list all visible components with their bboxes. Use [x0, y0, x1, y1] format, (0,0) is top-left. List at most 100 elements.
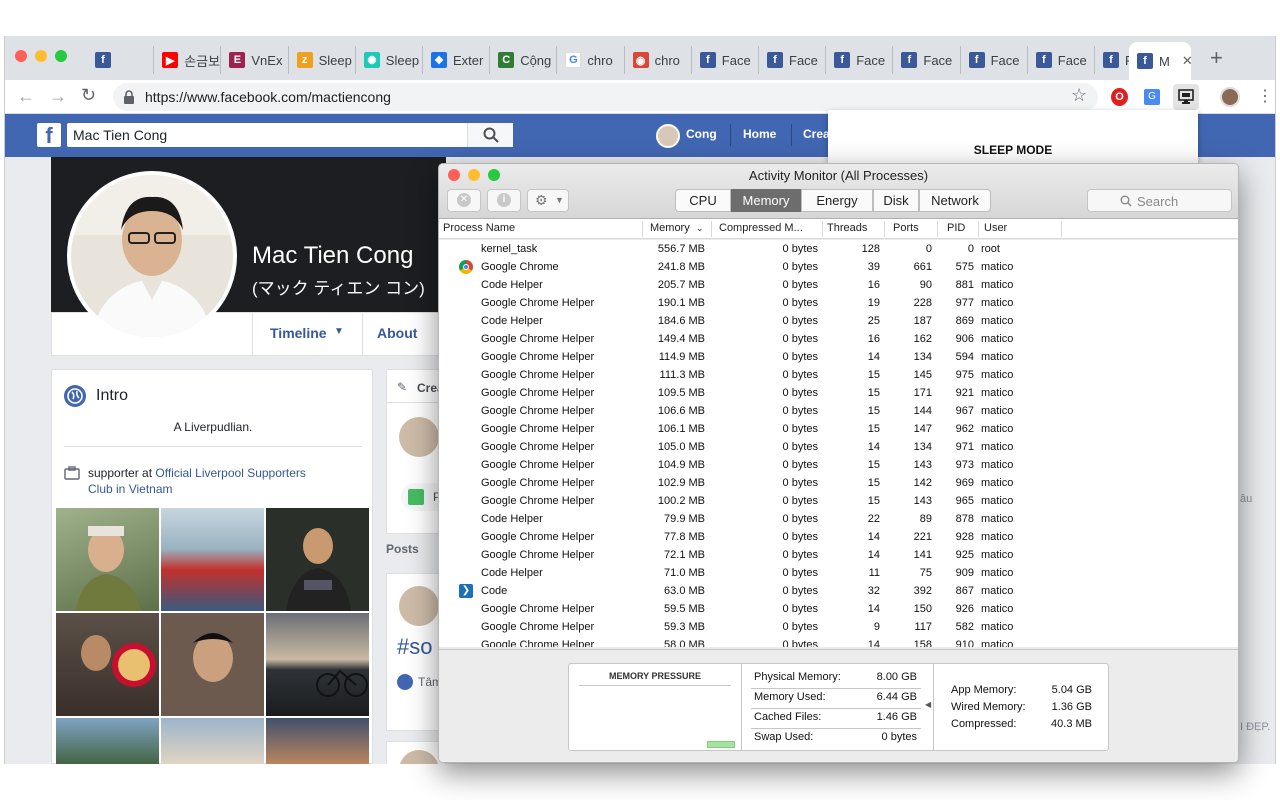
process-row[interactable]: kernel_task 556.7 MB 0 bytes 128 0 0 root [439, 240, 1238, 258]
tab-about[interactable]: About [377, 325, 417, 341]
browser-tab[interactable]: f Face [961, 46, 1028, 74]
photo-thumbnail[interactable] [161, 718, 264, 764]
browser-tab[interactable]: f Face [1028, 46, 1095, 74]
process-row[interactable]: Google Chrome Helper 190.1 MB 0 bytes 19 228… [439, 294, 1238, 312]
nav-create-link[interactable]: Crea [803, 127, 830, 141]
browser-tab[interactable]: ❖ Exter [423, 46, 491, 74]
process-row[interactable]: Google Chrome Helper 109.5 MB 0 bytes 15 171… [439, 384, 1238, 402]
process-row[interactable]: ❯ Code 63.0 MB 0 bytes 32 392 867 matico [439, 582, 1238, 600]
column-user[interactable]: User [984, 222, 1007, 234]
nav-home-link[interactable]: Home [743, 127, 776, 141]
process-row[interactable]: Google Chrome Helper 59.3 MB 0 bytes 9 117 58… [439, 618, 1238, 636]
browser-tab[interactable]: f Face [826, 46, 894, 74]
process-row[interactable]: Google Chrome Helper 77.8 MB 0 bytes 14 221 9… [439, 528, 1238, 546]
process-row[interactable]: Google Chrome Helper 59.5 MB 0 bytes 14 150 9… [439, 600, 1238, 618]
process-row[interactable]: Google Chrome Helper 111.3 MB 0 bytes 15 145… [439, 366, 1238, 384]
photo-thumbnail[interactable] [266, 508, 369, 611]
search-button[interactable] [467, 123, 513, 147]
post-hashtag[interactable]: #so [397, 634, 432, 660]
process-row[interactable]: Google Chrome Helper 102.9 MB 0 bytes 15 142… [439, 474, 1238, 492]
profile-avatar[interactable] [1220, 87, 1240, 107]
close-tab-icon[interactable]: ✕ [1182, 53, 1191, 69]
photo-thumbnail[interactable] [56, 718, 159, 764]
inspect-button[interactable]: i [487, 189, 521, 212]
address-bar[interactable]: https://www.facebook.com/mactiencong ☆ [113, 83, 1098, 111]
reload-icon[interactable]: ↻ [81, 85, 96, 106]
process-row[interactable]: Code Helper 205.7 MB 0 bytes 16 90 881 matico [439, 276, 1238, 294]
process-row[interactable]: Google Chrome Helper 58.0 MB 0 bytes 14 158 9… [439, 636, 1238, 647]
close-window-button[interactable] [15, 50, 27, 62]
browser-tab[interactable]: ✺ Sleep [356, 46, 423, 74]
forward-icon[interactable]: → [49, 86, 67, 107]
process-row[interactable]: Google Chrome Helper 106.6 MB 0 bytes 15 144… [439, 402, 1238, 420]
photo-thumbnail[interactable] [56, 613, 159, 716]
opera-extension-icon[interactable]: O [1111, 88, 1128, 106]
column-threads[interactable]: Threads [827, 222, 867, 234]
browser-tab[interactable]: f Face [759, 46, 827, 74]
tab-energy[interactable]: Energy [801, 189, 873, 212]
process-row[interactable]: Google Chrome Helper 106.1 MB 0 bytes 15 147… [439, 420, 1238, 438]
stop-process-button[interactable]: ✕ [447, 189, 481, 212]
process-list[interactable]: kernel_task 556.7 MB 0 bytes 128 0 0 root Googl… [439, 240, 1238, 647]
column-ports[interactable]: Ports [893, 222, 919, 234]
back-icon[interactable]: ← [17, 86, 35, 107]
process-row[interactable]: Google Chrome 241.8 MB 0 bytes 39 661 575 mati… [439, 258, 1238, 276]
tab-active[interactable]: fM ✕ [1129, 42, 1191, 80]
tab-cpu[interactable]: CPU [675, 189, 731, 212]
process-row[interactable]: Google Chrome Helper 100.2 MB 0 bytes 15 143… [439, 492, 1238, 510]
browser-tab[interactable]: f Face [893, 46, 961, 74]
column-process-name[interactable]: Process Name [443, 222, 515, 234]
process-row[interactable]: Code Helper 184.6 MB 0 bytes 25 187 869 matico [439, 312, 1238, 330]
tab-memory[interactable]: Memory [731, 189, 801, 212]
supporter-link[interactable]: Official Liverpool Supporters [155, 466, 306, 480]
process-ports: 134 [913, 441, 932, 453]
post-author-avatar[interactable] [399, 586, 439, 626]
process-row[interactable]: Code Helper 79.9 MB 0 bytes 22 89 878 matico [439, 510, 1238, 528]
process-pid: 909 [955, 567, 974, 579]
user-avatar[interactable] [656, 124, 680, 148]
photo-thumbnail[interactable] [161, 508, 264, 611]
search-field[interactable]: Search [1087, 189, 1232, 212]
profile-picture[interactable] [67, 171, 237, 341]
browser-tab[interactable]: Gchro [557, 46, 625, 74]
process-row[interactable]: Google Chrome Helper 114.9 MB 0 bytes 14 134… [439, 348, 1238, 366]
nav-user-link[interactable]: Cong [686, 127, 717, 141]
browser-tab[interactable]: E VnEx [221, 46, 289, 74]
profile-name[interactable]: Mac Tien Cong [252, 242, 413, 270]
photo-thumbnail[interactable] [161, 613, 264, 716]
bookmark-star-icon[interactable]: ☆ [1071, 85, 1087, 106]
browser-tab[interactable]: z Sleep [289, 46, 356, 74]
process-row[interactable]: Google Chrome Helper 105.0 MB 0 bytes 14 134… [439, 438, 1238, 456]
process-row[interactable]: Google Chrome Helper 104.9 MB 0 bytes 15 143… [439, 456, 1238, 474]
process-row[interactable]: Google Chrome Helper 72.1 MB 0 bytes 14 141 9… [439, 546, 1238, 564]
tab-disk[interactable]: Disk [873, 189, 919, 212]
browser-tab[interactable]: ▶ 손금보 [154, 46, 222, 74]
process-row[interactable]: Google Chrome Helper 149.4 MB 0 bytes 16 162… [439, 330, 1238, 348]
translate-extension-icon[interactable]: G [1144, 89, 1160, 105]
zoom-window-button[interactable] [55, 50, 67, 62]
photo-thumbnail[interactable] [56, 508, 159, 611]
minimize-window-button[interactable] [35, 50, 47, 62]
column-compressed-memory[interactable]: Compressed M... [719, 222, 803, 234]
chevron-down-icon[interactable]: ▼ [334, 326, 344, 337]
tab-timeline[interactable]: Timeline [270, 325, 327, 341]
menu-kebab-icon[interactable]: ⋮ [1257, 86, 1273, 106]
photo-thumbnail[interactable] [266, 613, 369, 716]
tab-network[interactable]: Network [919, 189, 991, 212]
sleep-extension-button[interactable] [1173, 84, 1199, 110]
browser-tab[interactable]: f [87, 46, 155, 74]
browser-tab[interactable]: C Cộng [490, 46, 558, 74]
column-memory[interactable]: Memory [650, 222, 690, 234]
process-row[interactable]: Code Helper 71.0 MB 0 bytes 11 75 909 matico [439, 564, 1238, 582]
browser-tab[interactable]: ◉ chro [625, 46, 692, 74]
column-pid[interactable]: PID [947, 222, 965, 234]
supporter-link-continued[interactable]: Club in Vietnam [88, 482, 173, 496]
action-menu-button[interactable]: ⚙ ▼ [527, 189, 569, 212]
photo-thumbnail[interactable] [266, 718, 369, 764]
post-author-avatar[interactable] [399, 750, 439, 764]
browser-tab[interactable]: f Face [692, 46, 759, 74]
search-input[interactable]: Mac Tien Cong [67, 123, 513, 147]
tab-divider [252, 313, 253, 355]
new-tab-button[interactable]: + [1210, 47, 1223, 69]
facebook-logo-icon[interactable]: f [37, 123, 61, 148]
